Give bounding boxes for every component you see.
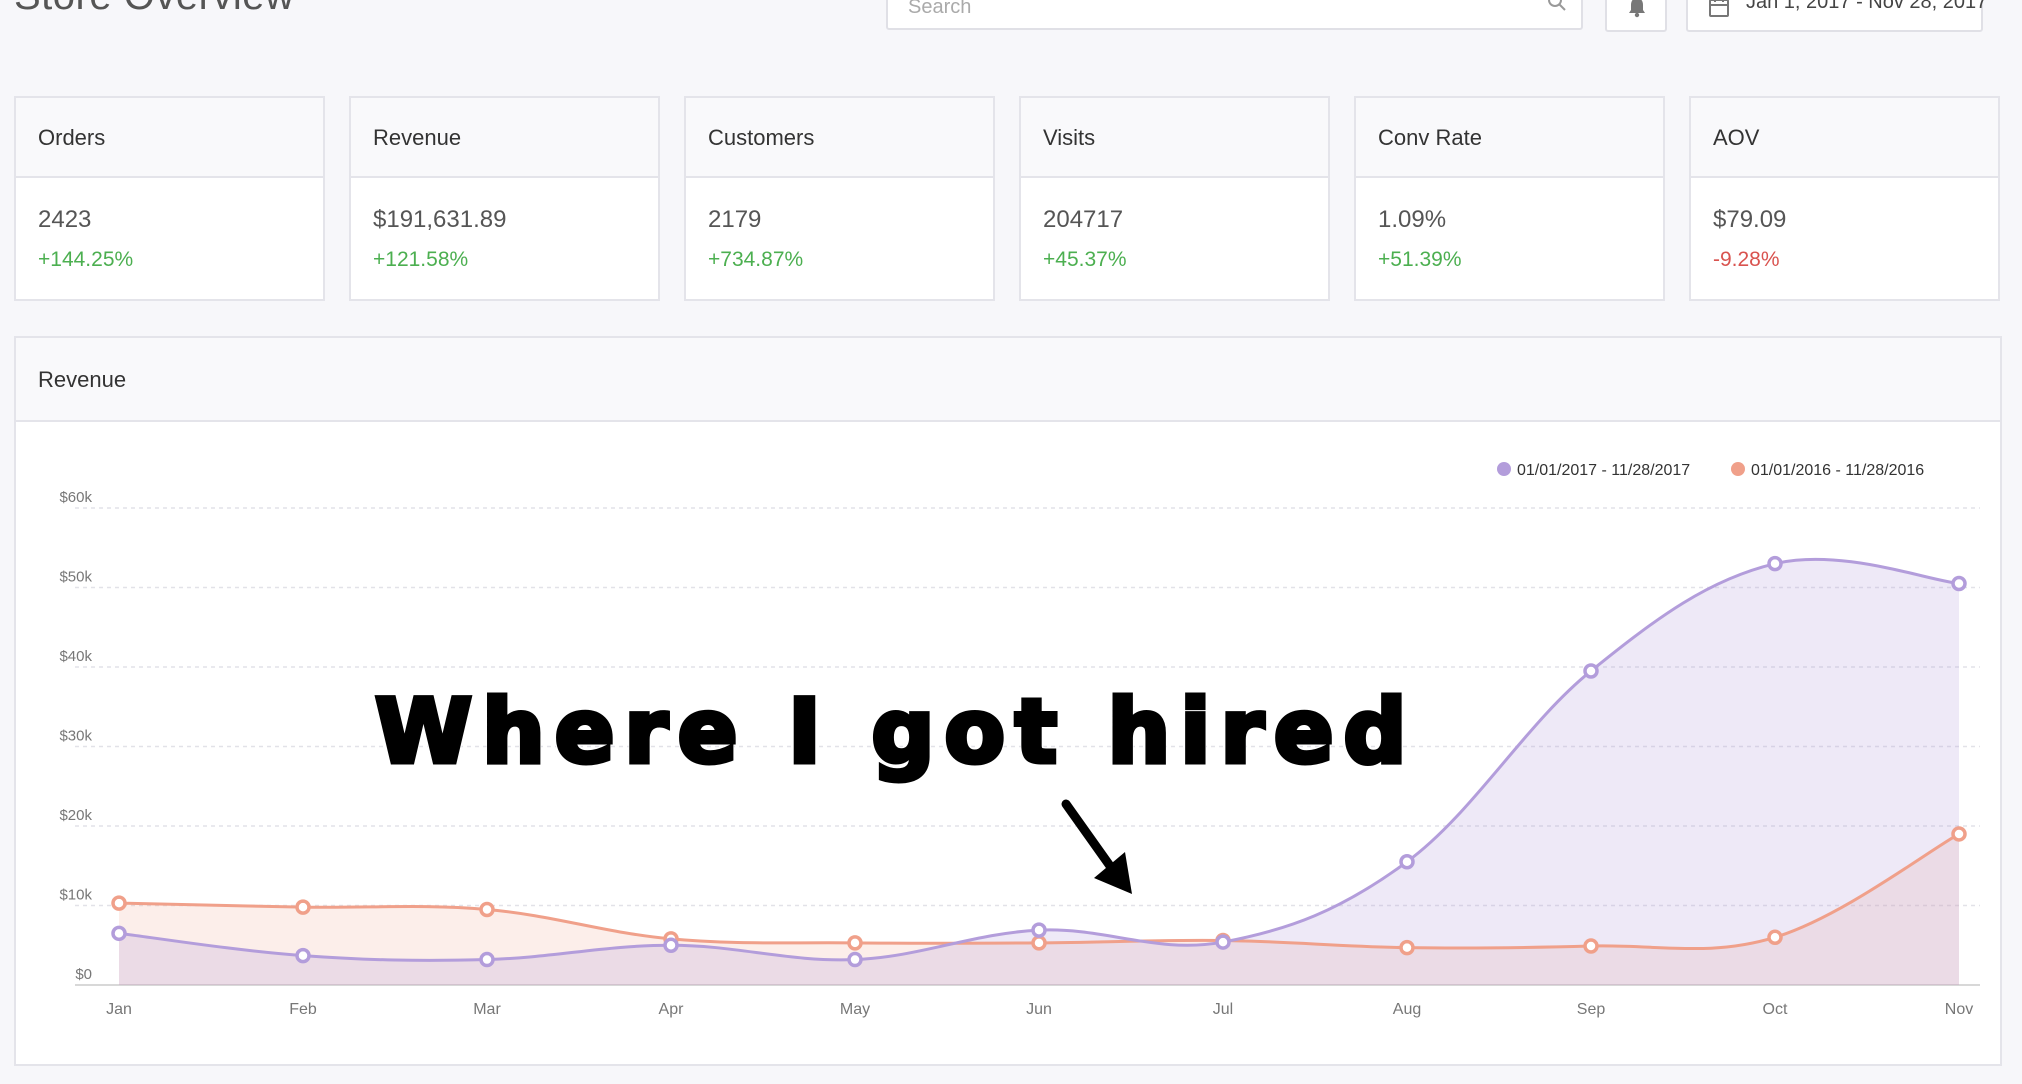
x-tick-label: Apr bbox=[659, 1001, 685, 1018]
x-tick-label: Oct bbox=[1763, 1001, 1788, 1018]
x-tick-label: Aug bbox=[1393, 1001, 1421, 1018]
y-tick-label: $60k bbox=[59, 489, 92, 506]
x-tick-label: Jan bbox=[106, 1001, 132, 1018]
arrow-icon bbox=[1061, 799, 1132, 894]
data-point bbox=[1215, 934, 1231, 950]
data-point bbox=[1031, 922, 1047, 938]
data-point bbox=[1767, 555, 1783, 572]
data-point bbox=[1583, 663, 1599, 679]
legend-dot bbox=[1731, 462, 1745, 476]
x-tick-label: Jun bbox=[1026, 1001, 1052, 1018]
legend-label: 01/01/2016 - 11/28/2016 bbox=[1751, 462, 1925, 479]
y-tick-label: $10k bbox=[59, 887, 92, 904]
data-point bbox=[847, 935, 863, 951]
data-point bbox=[663, 937, 679, 953]
data-point bbox=[1767, 929, 1783, 946]
legend-label: 01/01/2017 - 11/28/2017 bbox=[1517, 462, 1691, 479]
data-point bbox=[111, 925, 127, 942]
y-tick-label: $50k bbox=[59, 569, 92, 586]
data-point bbox=[1951, 575, 1967, 592]
data-point bbox=[479, 951, 495, 968]
y-tick-label: $40k bbox=[59, 648, 92, 665]
legend-item-current[interactable]: 01/01/2017 - 11/28/2017 bbox=[1497, 462, 1690, 480]
x-tick-label: Mar bbox=[473, 1001, 501, 1018]
data-point bbox=[111, 895, 127, 911]
data-point bbox=[1031, 935, 1047, 951]
data-point bbox=[1951, 826, 1967, 842]
legend-dot bbox=[1497, 462, 1511, 476]
x-tick-label: Feb bbox=[289, 1001, 317, 1018]
data-point bbox=[1399, 854, 1415, 870]
data-point bbox=[479, 901, 495, 918]
y-tick-label: $30k bbox=[59, 728, 92, 745]
data-point bbox=[1399, 939, 1415, 956]
annotation-text: Where I got hired bbox=[373, 678, 1417, 786]
data-point bbox=[847, 951, 863, 968]
revenue-chart: $0 $10k $20k $30k $40k $50k $60k Jan Feb Mar Apr Ma… bbox=[59, 489, 1980, 1018]
data-point bbox=[295, 947, 311, 964]
data-point bbox=[1583, 938, 1599, 954]
x-tick-label: Jul bbox=[1213, 1001, 1233, 1018]
x-tick-label: May bbox=[840, 1001, 870, 1018]
x-tick-label: Sep bbox=[1577, 1001, 1606, 1018]
y-tick-label: $20k bbox=[59, 807, 92, 824]
data-point bbox=[295, 899, 311, 915]
x-tick-label: Nov bbox=[1945, 1001, 1973, 1018]
y-tick-label: $0 bbox=[75, 966, 92, 983]
legend-item-previous[interactable]: 01/01/2016 - 11/28/2016 bbox=[1731, 462, 1924, 480]
